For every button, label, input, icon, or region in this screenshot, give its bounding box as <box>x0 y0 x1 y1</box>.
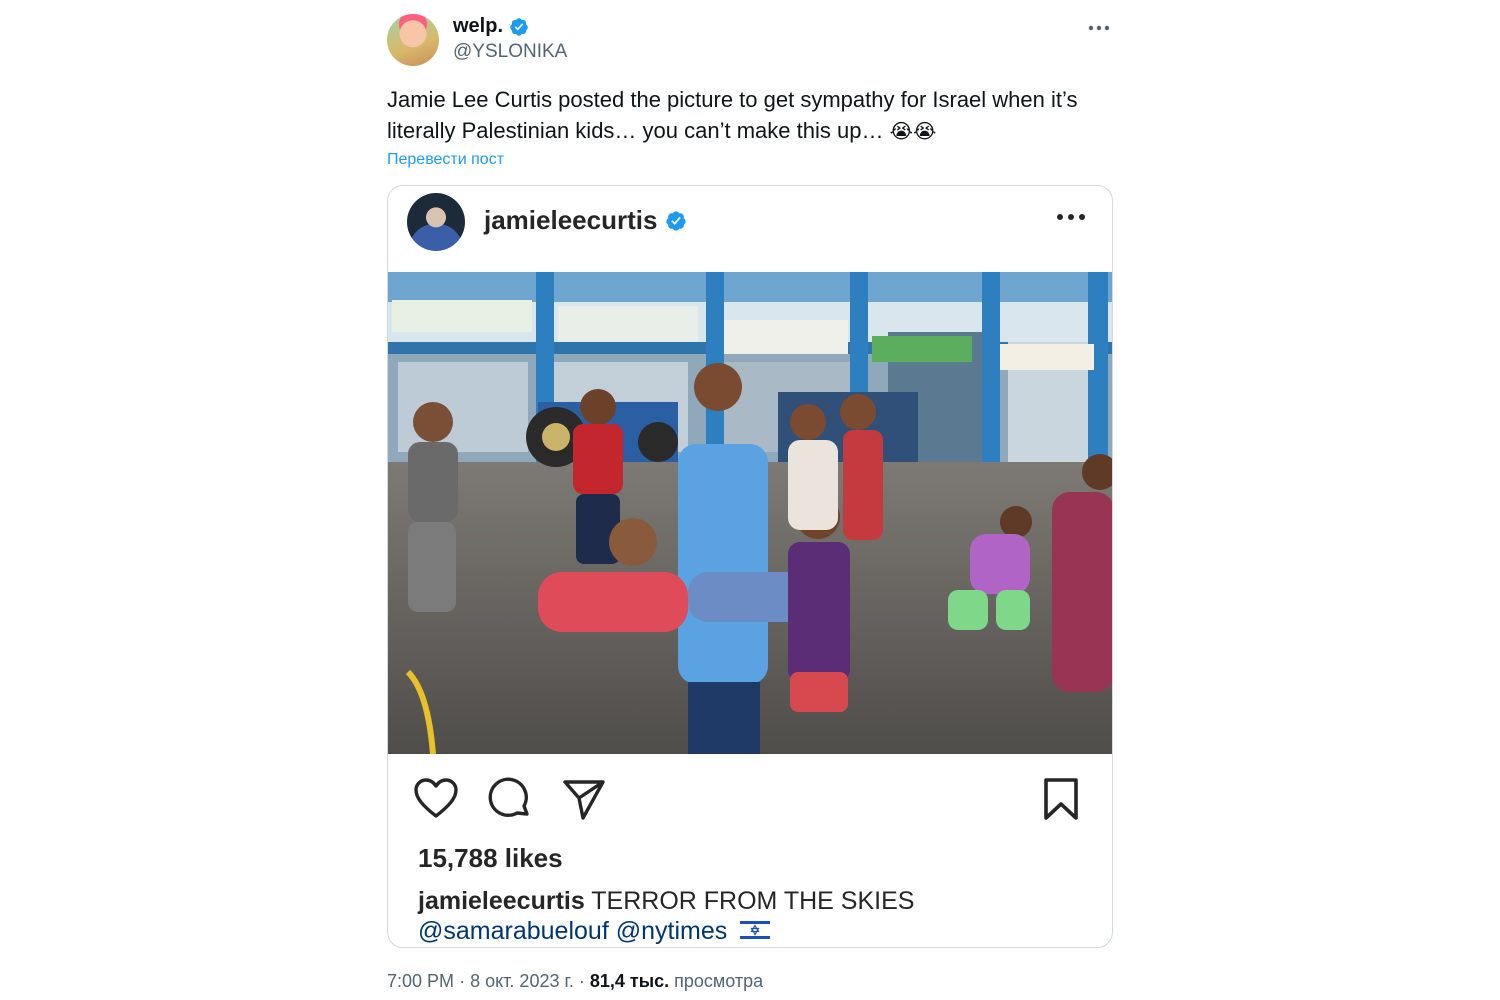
meta-separator-1: · <box>459 971 466 991</box>
mention-samarabuelouf[interactable]: @samarabuelouf <box>418 917 609 945</box>
ig-photo[interactable] <box>388 272 1112 754</box>
likes-count[interactable]: 15,788 likes <box>418 843 563 874</box>
ig-username-row: jamieleecurtis <box>484 205 687 236</box>
tweet: welp. @YSLONIKA Jamie Lee Curtis posted … <box>387 10 1113 991</box>
ig-avatar[interactable] <box>407 193 465 251</box>
tweet-time[interactable]: 7:00 PM <box>387 971 454 991</box>
crying-emoji: 😭😭 <box>889 119 937 143</box>
share-icon[interactable] <box>561 776 607 822</box>
display-name-row: welp. <box>453 15 529 38</box>
tweet-text: Jamie Lee Curtis posted the picture to g… <box>387 84 1113 147</box>
more-icon[interactable] <box>1085 14 1113 42</box>
author-handle[interactable]: @YSLONIKA <box>453 41 567 63</box>
tweet-date[interactable]: 8 окт. 2023 г. <box>470 971 574 991</box>
caption-text: TERROR FROM THE SKIES <box>591 887 915 915</box>
verified-badge-icon <box>510 17 528 36</box>
meta-separator-2: · <box>578 971 585 991</box>
author-display-name[interactable]: welp. <box>453 15 503 38</box>
caption: jamieleecurtis TERROR FROM THE SKIES @sa… <box>418 886 914 946</box>
ig-action-bar <box>388 776 1112 824</box>
ig-more-icon[interactable] <box>1056 208 1086 226</box>
embedded-image-card[interactable]: jamieleecurtis 15,788 likes jamieleecurt… <box>387 185 1113 948</box>
comment-icon[interactable] <box>487 776 533 822</box>
tweet-text-line-2-text: literally Palestinian kids… you can’t ma… <box>387 118 884 143</box>
translate-post-link[interactable]: Перевести пост <box>387 151 504 169</box>
views-count: 81,4 тыс. <box>589 971 670 991</box>
ig-header: jamieleecurtis <box>388 186 1112 272</box>
views-label: просмотра <box>674 971 764 991</box>
mention-nytimes[interactable]: @nytimes <box>616 917 728 945</box>
tweet-text-line-1: Jamie Lee Curtis posted the picture to g… <box>387 87 1078 112</box>
photo-children-schoolyard <box>388 272 1112 754</box>
bookmark-icon[interactable] <box>1038 776 1084 822</box>
tweet-header: welp. @YSLONIKA <box>387 10 1113 72</box>
ig-verified-badge-icon <box>666 210 687 231</box>
heart-icon[interactable] <box>413 776 459 822</box>
author-avatar[interactable] <box>387 14 439 66</box>
caption-line-2: @samarabuelouf @nytimes <box>418 916 914 946</box>
ig-username[interactable]: jamieleecurtis <box>484 205 657 236</box>
caption-username[interactable]: jamieleecurtis <box>418 887 585 915</box>
israel-flag-icon <box>740 919 771 941</box>
caption-line-1: jamieleecurtis TERROR FROM THE SKIES <box>418 886 914 916</box>
tweet-text-line-2: literally Palestinian kids… you can’t ma… <box>387 115 1113 147</box>
tweet-meta: 7:00 PM · 8 окт. 2023 г. · 81,4 тыс. про… <box>387 971 763 992</box>
